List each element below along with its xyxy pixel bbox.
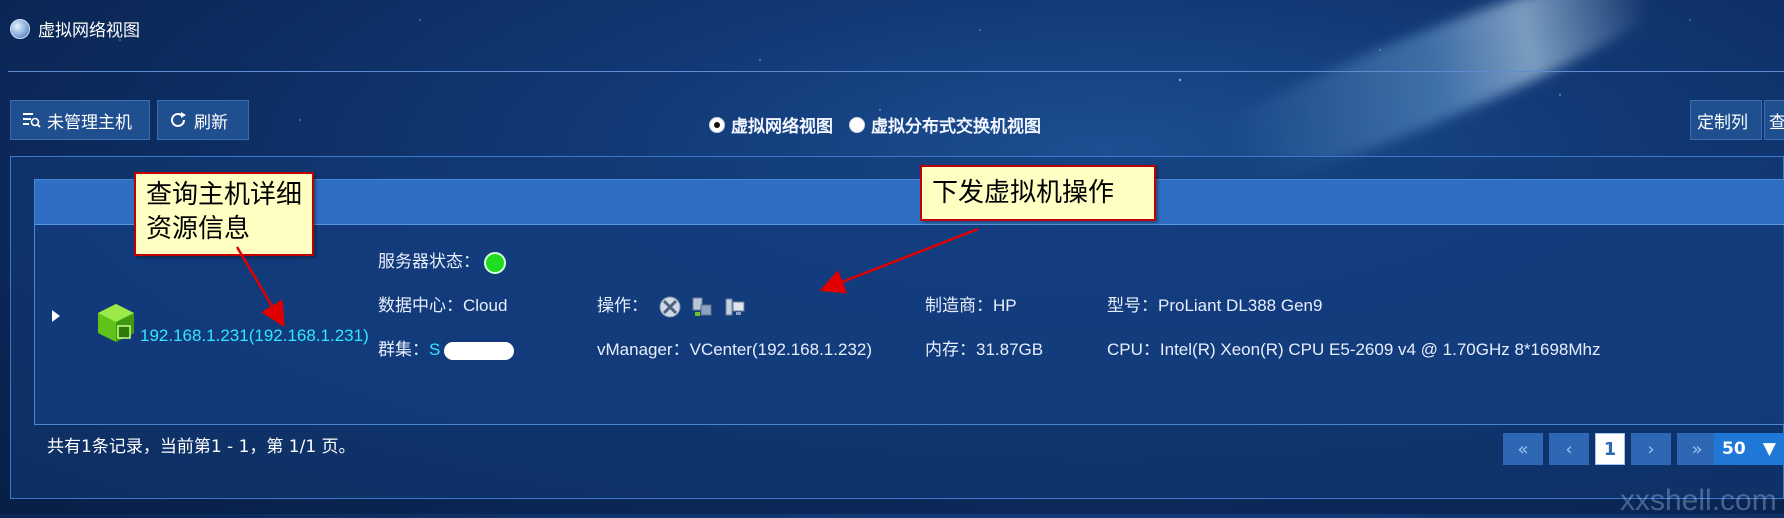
- vmanager-field: vManager：VCenter(192.168.1.232): [597, 335, 872, 360]
- cluster-label: 群集：: [378, 340, 429, 359]
- unmanaged-hosts-button[interactable]: 未管理主机: [10, 100, 150, 140]
- radio-network-view[interactable]: [709, 116, 725, 133]
- page-size-select[interactable]: 50 ▼: [1714, 433, 1784, 465]
- memory-field: 内存：31.87GB: [925, 335, 1043, 360]
- cluster-value[interactable]: S: [429, 340, 440, 359]
- refresh-button[interactable]: 刷新: [157, 100, 249, 140]
- first-page-button[interactable]: «: [1503, 433, 1543, 465]
- radio-selected-dot: [714, 121, 720, 128]
- model-field: 型号：ProLiant DL388 Gen9: [1107, 291, 1322, 316]
- vm-monitor-icon[interactable]: [724, 296, 746, 318]
- server-status-label: 服务器状态：: [378, 252, 480, 271]
- model-label: 型号：: [1107, 296, 1158, 315]
- manufacturer-field: 制造商：HP: [925, 291, 1017, 316]
- network-view-label[interactable]: 虚拟网络视图: [731, 112, 833, 137]
- redaction-mask: [444, 341, 515, 360]
- vm-deploy-icon[interactable]: [691, 296, 713, 318]
- globe-icon: [10, 18, 30, 39]
- cpu-label: CPU：: [1107, 340, 1160, 359]
- unmanaged-hosts-label: 未管理主机: [47, 112, 132, 133]
- host-detail-link[interactable]: 192.168.1.231(192.168.1.231): [140, 326, 369, 346]
- view-switch: 虚拟网络视图 虚拟分布式交换机视图: [709, 112, 1051, 137]
- page-title: 虚拟网络视图: [38, 21, 140, 41]
- next-page-button[interactable]: ›: [1631, 433, 1671, 465]
- chevron-down-icon: ▼: [1762, 439, 1776, 459]
- current-page-button[interactable]: 1: [1595, 433, 1625, 465]
- operations-field: 操作：: [597, 291, 746, 318]
- vmanager-value: VCenter(192.168.1.232): [689, 340, 873, 359]
- callout-host-details: 查询主机详细资源信息: [134, 172, 314, 256]
- custom-columns-label: 定制列: [1697, 112, 1748, 133]
- vmanager-label: vManager：: [597, 340, 690, 359]
- dvs-view-label[interactable]: 虚拟分布式交换机视图: [871, 112, 1041, 137]
- cpu-field: CPU：Intel(R) Xeon(R) CPU E5-2609 v4 @ 1.…: [1107, 335, 1600, 360]
- datacenter-label: 数据中心：: [378, 296, 463, 315]
- model-value: ProLiant DL388 Gen9: [1158, 296, 1323, 315]
- query-label: 查: [1769, 108, 1784, 133]
- refresh-label: 刷新: [194, 112, 228, 133]
- records-summary: 共有1条记录，当前第1 - 1，第 1/1 页。: [47, 437, 356, 457]
- custom-columns-button[interactable]: 定制列: [1690, 100, 1762, 140]
- datacenter-value: Cloud: [463, 296, 508, 315]
- query-button[interactable]: 查: [1764, 100, 1784, 140]
- vm-console-icon[interactable]: [659, 296, 681, 318]
- status-online-icon: [484, 251, 506, 274]
- manufacturer-value: HP: [993, 296, 1017, 315]
- title-divider: [8, 71, 1784, 72]
- memory-value: 31.87GB: [976, 340, 1044, 359]
- radio-dvs-view[interactable]: [849, 116, 865, 133]
- prev-page-button[interactable]: ‹: [1549, 433, 1589, 465]
- server-status-field: 服务器状态：: [378, 247, 506, 274]
- operations-label: 操作：: [597, 296, 648, 315]
- last-page-button[interactable]: »: [1677, 433, 1717, 465]
- cluster-field: 群集：S: [378, 335, 515, 360]
- watermark-text: xxshell.com: [1620, 484, 1777, 517]
- window-title-bar: 虚拟网络视图: [10, 16, 140, 41]
- callout-vm-operations: 下发虚拟机操作: [920, 165, 1156, 221]
- list-search-icon: [23, 113, 41, 128]
- refresh-icon: [171, 112, 186, 127]
- expand-row-icon[interactable]: [52, 310, 60, 322]
- memory-label: 内存：: [925, 340, 976, 359]
- pagination: « ‹ 1 › »: [1503, 433, 1717, 465]
- page-size-value: 50: [1722, 439, 1746, 459]
- manufacturer-label: 制造商：: [925, 296, 993, 315]
- host-server-icon: [98, 304, 134, 342]
- cpu-value: Intel(R) Xeon(R) CPU E5-2609 v4 @ 1.70GH…: [1159, 340, 1601, 359]
- datacenter-field: 数据中心：Cloud: [378, 291, 507, 316]
